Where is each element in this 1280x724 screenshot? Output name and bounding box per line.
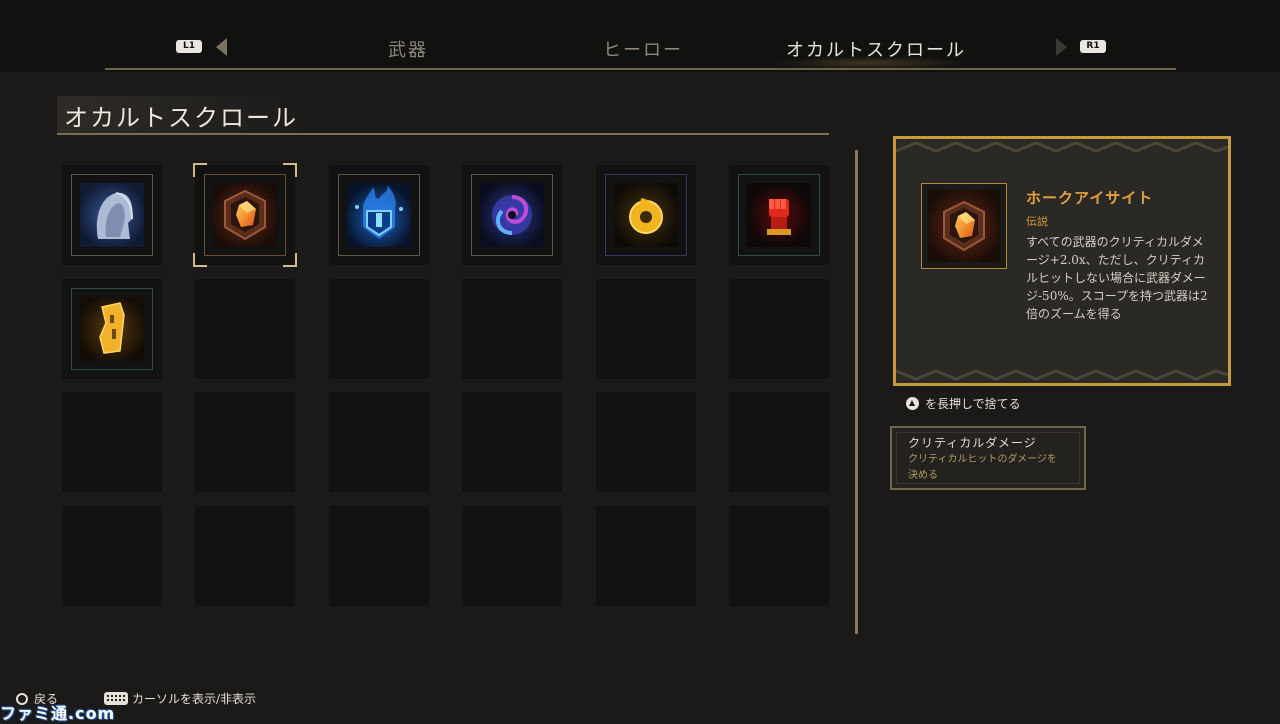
vortex-icon bbox=[480, 183, 544, 247]
panel-divider bbox=[855, 150, 858, 634]
discard-hint: を長押しで捨てる bbox=[906, 395, 1021, 412]
tooltip-description: クリティカルヒットのダメージを決める bbox=[908, 454, 1057, 481]
selection-corner bbox=[283, 163, 297, 177]
empty-slot[interactable] bbox=[329, 392, 429, 492]
item-detail-panel: ホークアイサイト 伝説 すべての武器のクリティカルダメージ+2.0x、ただし、ク… bbox=[893, 136, 1231, 386]
item-description: すべての武器のクリティカルダメージ+2.0x、ただし、クリティカルヒットしない場… bbox=[1026, 235, 1208, 321]
empty-slot[interactable] bbox=[462, 506, 562, 606]
empty-slot[interactable] bbox=[62, 392, 162, 492]
empty-slot[interactable] bbox=[462, 279, 562, 379]
empty-slot[interactable] bbox=[729, 392, 829, 492]
hood-icon bbox=[80, 183, 144, 247]
cursor-toggle-label[interactable]: カーソルを表示/非表示 bbox=[132, 690, 256, 707]
inventory-slot[interactable] bbox=[62, 279, 162, 379]
empty-slot[interactable] bbox=[729, 506, 829, 606]
empty-slot[interactable] bbox=[596, 506, 696, 606]
previous-tab-arrow-icon[interactable] bbox=[216, 38, 227, 56]
r1-button-badge[interactable]: R1 bbox=[1080, 40, 1106, 53]
ornament-pattern bbox=[896, 369, 1228, 381]
tab-weapons[interactable]: 武器 bbox=[388, 36, 428, 62]
empty-slot[interactable] bbox=[329, 506, 429, 606]
selection-corner bbox=[193, 163, 207, 177]
inventory-slot[interactable] bbox=[462, 165, 562, 265]
empty-slot[interactable] bbox=[462, 392, 562, 492]
nav-underline bbox=[105, 68, 1176, 70]
inventory-slot[interactable] bbox=[596, 165, 696, 265]
discard-hint-label: を長押しで捨てる bbox=[925, 397, 1021, 411]
empty-slot[interactable] bbox=[596, 392, 696, 492]
empty-slot[interactable] bbox=[195, 392, 295, 492]
empty-slot[interactable] bbox=[596, 279, 696, 379]
empty-slot[interactable] bbox=[195, 506, 295, 606]
amber-gem-icon bbox=[213, 183, 277, 247]
page-title: オカルトスクロール bbox=[64, 104, 298, 132]
empty-slot[interactable] bbox=[329, 279, 429, 379]
item-rarity: 伝説 bbox=[1026, 215, 1048, 228]
blue-shield-flame-icon bbox=[347, 183, 411, 247]
empty-slot[interactable] bbox=[62, 506, 162, 606]
detail-icon-frame bbox=[921, 183, 1007, 269]
ornament-pattern bbox=[896, 141, 1228, 153]
inventory-grid bbox=[62, 163, 832, 607]
gold-ring-icon bbox=[614, 183, 678, 247]
gold-bracer-icon bbox=[80, 297, 144, 361]
item-name: ホークアイサイト bbox=[1026, 189, 1154, 207]
selection-corner bbox=[193, 253, 207, 267]
title-divider bbox=[57, 133, 829, 135]
tab-occult-scrolls[interactable]: オカルトスクロール bbox=[786, 36, 966, 62]
inventory-slot[interactable] bbox=[729, 165, 829, 265]
selection-corner bbox=[283, 253, 297, 267]
l1-button-badge[interactable]: L1 bbox=[176, 40, 202, 53]
keyword-tooltip: クリティカルダメージ クリティカルヒットのダメージを決める bbox=[890, 426, 1086, 490]
tooltip-title: クリティカルダメージ bbox=[908, 436, 1037, 450]
amber-gem-icon bbox=[928, 190, 1000, 262]
inventory-slot[interactable] bbox=[329, 165, 429, 265]
red-fist-icon bbox=[747, 183, 811, 247]
empty-slot[interactable] bbox=[729, 279, 829, 379]
triangle-button-icon bbox=[906, 397, 919, 410]
top-navigation: L1 武器 ヒーロー オカルトスクロール R1 bbox=[0, 0, 1280, 72]
inventory-slot[interactable] bbox=[62, 165, 162, 265]
inventory-slot-selected[interactable] bbox=[193, 163, 297, 267]
empty-slot[interactable] bbox=[195, 279, 295, 379]
next-tab-arrow-icon[interactable] bbox=[1056, 38, 1067, 56]
tab-heroes[interactable]: ヒーロー bbox=[603, 36, 683, 62]
watermark-logo: ファミ通.com bbox=[0, 704, 116, 723]
